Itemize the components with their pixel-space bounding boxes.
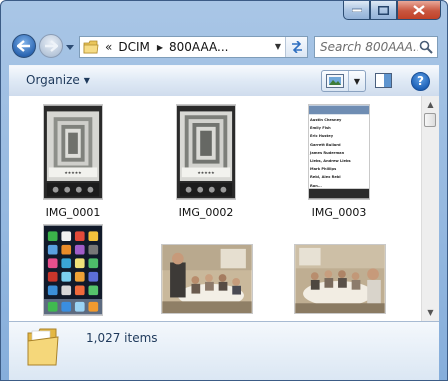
contact-list: Austin Chesney Emily Fish Eric Hustey Ga…	[310, 116, 368, 190]
details-pane: 1,027 items	[9, 321, 439, 380]
preview-pane-icon[interactable]	[375, 73, 392, 88]
file-item[interactable]: Austin Chesney Emily Fish Eric Hustey Ga…	[287, 102, 391, 222]
svg-text:★★★★★: ★★★★★	[197, 170, 215, 175]
contact-name: Austin Chesney	[310, 118, 342, 122]
file-thumbnail	[161, 244, 253, 314]
help-icon[interactable]: ?	[411, 72, 430, 91]
file-name: IMG_0002	[178, 206, 234, 219]
folder-icon	[27, 328, 59, 366]
file-item[interactable]: ★★★★★ IMG_0001	[21, 102, 125, 222]
breadcrumb-current-folder[interactable]: 800AAA...	[169, 40, 228, 54]
contact-name: Garrett Bullard	[310, 142, 341, 147]
svg-text:★★★★★: ★★★★★	[64, 170, 82, 175]
minimize-icon	[351, 8, 362, 12]
organize-menu[interactable]: Organize ▼	[26, 73, 90, 87]
contact-name: James Ruderman	[310, 150, 345, 155]
search-box[interactable]	[314, 36, 438, 58]
search-input[interactable]	[320, 40, 418, 54]
address-bar[interactable]: « DCIM ▶ 800AAA... ▼	[79, 36, 308, 58]
file-item[interactable]	[287, 222, 391, 321]
forward-button[interactable]	[39, 34, 63, 58]
file-item[interactable]: ★★★★★ IMG_0002	[154, 102, 258, 222]
address-history-dropdown-icon[interactable]: ▼	[275, 42, 281, 51]
view-icon[interactable]	[322, 71, 349, 91]
breadcrumb-dcim[interactable]: DCIM	[118, 40, 150, 54]
explorer-window: « DCIM ▶ 800AAA... ▼ Organize▼	[0, 0, 448, 381]
file-item[interactable]	[154, 222, 258, 321]
forward-arrow-icon	[45, 40, 58, 52]
chevron-down-icon: ▼	[83, 76, 90, 85]
back-arrow-icon	[17, 40, 30, 52]
file-thumbnail	[294, 244, 386, 314]
search-icon[interactable]	[419, 40, 433, 54]
change-view-button[interactable]: ▼	[321, 70, 366, 92]
item-count: 1,027 items	[86, 331, 158, 345]
close-button[interactable]	[397, 1, 441, 20]
contact-name: Mark Phillips	[310, 167, 337, 172]
file-list: ★★★★★ IMG_0001 ★★★★★ IMG_0002 Austin Che…	[9, 96, 439, 321]
file-item[interactable]	[21, 222, 125, 321]
organize-label: Organize	[26, 73, 80, 87]
file-thumbnail: ★★★★★	[43, 104, 103, 200]
file-name: IMG_0003	[311, 206, 367, 219]
maximize-button[interactable]	[370, 1, 397, 20]
caption-buttons	[343, 1, 441, 21]
contact-name: Emily Fish	[310, 126, 331, 131]
contact-name: Eric Hustey	[310, 134, 334, 139]
view-options-dropdown-icon[interactable]: ▼	[349, 77, 365, 86]
scroll-up-arrow-icon[interactable]: ▲	[422, 96, 439, 113]
refresh-icon	[291, 41, 302, 53]
navigation-bar: « DCIM ▶ 800AAA... ▼	[1, 31, 447, 63]
breadcrumb-overflow[interactable]: «	[105, 40, 112, 54]
file-thumbnail	[43, 224, 103, 316]
maximize-icon	[378, 5, 389, 15]
scrollbar-thumb[interactable]	[424, 113, 436, 127]
vertical-scrollbar[interactable]: ▲ ▼	[421, 96, 439, 321]
minimize-button[interactable]	[343, 1, 370, 20]
contact-name: Ron...	[310, 183, 322, 188]
command-bar: Organize ▼ ▼ ?	[9, 65, 439, 97]
scroll-down-arrow-icon[interactable]: ▼	[422, 304, 439, 321]
contact-name: Liebs, Andrew Liebs	[310, 159, 351, 164]
recent-pages-dropdown-icon[interactable]	[66, 43, 74, 51]
contact-name: Rebl, Alex Rebl	[310, 175, 341, 180]
back-button[interactable]	[12, 34, 36, 58]
file-thumbnail: ★★★★★	[176, 104, 236, 200]
breadcrumb-arrow-icon[interactable]: ▶	[157, 43, 163, 52]
folder-icon	[83, 40, 99, 54]
title-bar	[1, 1, 447, 29]
close-icon	[413, 5, 425, 15]
refresh-button[interactable]	[285, 37, 307, 57]
file-name: IMG_0001	[45, 206, 101, 219]
